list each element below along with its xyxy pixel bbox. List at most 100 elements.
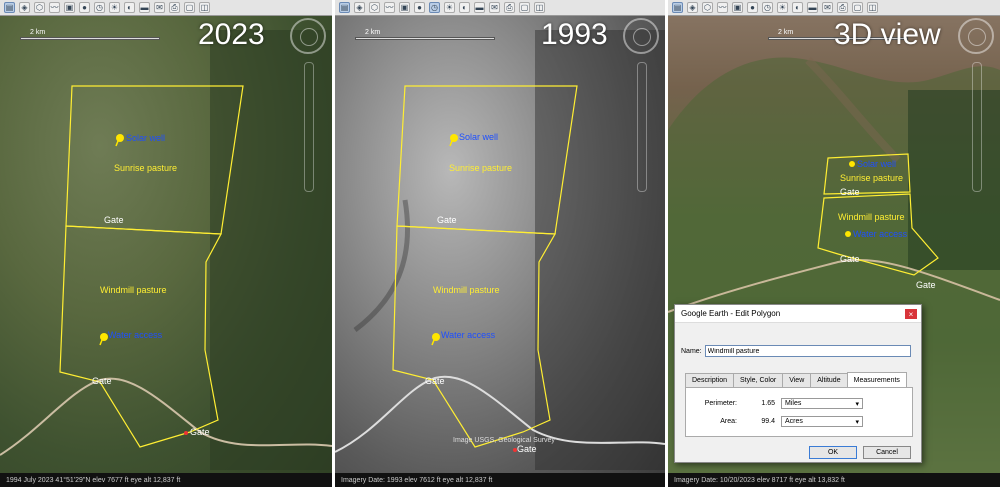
sun-icon[interactable]: ☀ (777, 2, 788, 13)
overlay-icon[interactable]: ▣ (399, 2, 410, 13)
record-tour-icon[interactable]: ● (79, 2, 90, 13)
sidebar-toggle-icon[interactable]: ▤ (672, 2, 683, 13)
scale-bar: 2 km (20, 29, 160, 42)
navigation-compass-icon[interactable] (958, 18, 994, 54)
pin-icon[interactable] (115, 134, 124, 147)
sun-icon[interactable]: ☀ (444, 2, 455, 13)
placemark-icon[interactable]: ◈ (687, 2, 698, 13)
label-gate: Gate (517, 444, 537, 454)
sidebar-toggle-icon[interactable]: ▤ (4, 2, 15, 13)
perimeter-value: 1.65 (761, 400, 775, 407)
history-icon[interactable]: ◷ (762, 2, 773, 13)
planet-icon[interactable]: ◐ (792, 2, 803, 13)
email-icon[interactable]: ✉ (154, 2, 165, 13)
scale-bar: 2 km (355, 29, 495, 42)
label-sunrise-pasture: Sunrise pasture (840, 173, 903, 183)
history-icon[interactable]: ◷ (94, 2, 105, 13)
image-credit: Image USGS, Geological Survey (453, 437, 555, 444)
email-icon[interactable]: ✉ (822, 2, 833, 13)
navigation-compass-icon[interactable] (290, 18, 326, 54)
label-windmill-pasture: Windmill pasture (838, 212, 905, 222)
forest-area (908, 90, 1000, 270)
edit-polygon-dialog: Google Earth - Edit Polygon × Name: Desc… (674, 304, 922, 463)
pin-icon[interactable] (99, 333, 108, 346)
placemark-icon[interactable]: ◈ (354, 2, 365, 13)
overlay-icon[interactable]: ▣ (64, 2, 75, 13)
polygon-icon[interactable]: ⬡ (702, 2, 713, 13)
label-sunrise-pasture: Sunrise pasture (449, 163, 512, 173)
planet-icon[interactable]: ◐ (124, 2, 135, 13)
perimeter-label: Perimeter: (704, 400, 737, 407)
sidebar-toggle-icon[interactable]: ▤ (339, 2, 350, 13)
path-icon[interactable]: 〰 (384, 2, 395, 13)
label-gate: Gate (916, 280, 936, 290)
map-1993: Solar well Sunrise pasture Gate Windmill… (335, 30, 665, 470)
status-bar: 1994 July 2023 41°51'29"N elev 7677 ft e… (0, 473, 332, 487)
dialog-title: Google Earth - Edit Polygon (681, 309, 781, 318)
email-icon[interactable]: ✉ (489, 2, 500, 13)
label-windmill-pasture: Windmill pasture (100, 285, 167, 295)
polygon-icon[interactable]: ⬡ (34, 2, 45, 13)
label-solar-well: Solar well (126, 133, 165, 143)
area-value: 99.4 (761, 418, 775, 425)
sun-icon[interactable]: ☀ (109, 2, 120, 13)
area-unit-select[interactable]: Acres ▾ (781, 416, 863, 427)
ruler-icon[interactable]: ▬ (139, 2, 150, 13)
perimeter-row: Perimeter: 1.65 Miles ▾ (686, 398, 863, 409)
label-water-access: Water access (853, 229, 908, 239)
name-field[interactable] (704, 345, 911, 357)
maps-icon[interactable]: ◫ (534, 2, 545, 13)
label-gate: Gate (92, 376, 112, 386)
pin-icon[interactable] (849, 161, 855, 167)
label-gate: Gate (190, 427, 210, 437)
cancel-button[interactable]: Cancel (863, 446, 911, 459)
dialog-titlebar[interactable]: Google Earth - Edit Polygon × (675, 305, 921, 323)
print-icon[interactable]: ⎙ (169, 2, 180, 13)
record-tour-icon[interactable]: ● (414, 2, 425, 13)
pin-icon[interactable] (431, 333, 440, 346)
ruler-icon[interactable]: ▬ (474, 2, 485, 13)
dialog-tabs: Description Style, Color View Altitude M… (685, 372, 907, 387)
tab-style-color[interactable]: Style, Color (733, 373, 784, 387)
tab-description[interactable]: Description (685, 373, 735, 387)
print-icon[interactable]: ⎙ (837, 2, 848, 13)
perimeter-unit-select[interactable]: Miles ▾ (781, 398, 863, 409)
print-icon[interactable]: ⎙ (504, 2, 515, 13)
tab-view[interactable]: View (782, 373, 812, 387)
zoom-slider[interactable] (304, 62, 314, 192)
gate-marker-icon[interactable] (184, 431, 188, 435)
overlay-icon[interactable]: ▣ (732, 2, 743, 13)
year-label-3d: 3D view (834, 18, 941, 51)
ruler-icon[interactable]: ▬ (807, 2, 818, 13)
year-label-2023: 2023 (198, 18, 265, 51)
history-icon[interactable]: ◷ (429, 2, 440, 13)
name-row: Name: (681, 345, 911, 357)
label-gate: Gate (840, 187, 860, 197)
map-panel-2023[interactable]: Solar well Sunrise pasture Gate Windmill… (0, 0, 332, 487)
close-icon[interactable]: × (905, 309, 917, 319)
pin-icon[interactable] (449, 134, 458, 147)
planet-icon[interactable]: ◐ (459, 2, 470, 13)
polygon-icon[interactable]: ⬡ (369, 2, 380, 13)
record-tour-icon[interactable]: ● (747, 2, 758, 13)
save-image-icon[interactable]: ▢ (852, 2, 863, 13)
status-bar: Imagery Date: 10/20/2023 elev 8717 ft ey… (668, 473, 1000, 487)
zoom-slider[interactable] (637, 62, 647, 192)
zoom-slider[interactable] (972, 62, 982, 192)
save-image-icon[interactable]: ▢ (519, 2, 530, 13)
tab-measurements[interactable]: Measurements (846, 372, 907, 387)
placemark-icon[interactable]: ◈ (19, 2, 30, 13)
tab-altitude[interactable]: Altitude (810, 373, 848, 387)
label-water-access: Water access (441, 330, 496, 340)
pin-icon[interactable] (845, 231, 851, 237)
maps-icon[interactable]: ◫ (867, 2, 878, 13)
map-panel-1993[interactable]: Solar well Sunrise pasture Gate Windmill… (335, 0, 665, 487)
label-gate: Gate (425, 376, 445, 386)
ok-button[interactable]: OK (809, 446, 857, 459)
path-icon[interactable]: 〰 (49, 2, 60, 13)
save-image-icon[interactable]: ▢ (184, 2, 195, 13)
maps-icon[interactable]: ◫ (199, 2, 210, 13)
name-label: Name: (681, 347, 702, 355)
path-icon[interactable]: 〰 (717, 2, 728, 13)
navigation-compass-icon[interactable] (623, 18, 659, 54)
